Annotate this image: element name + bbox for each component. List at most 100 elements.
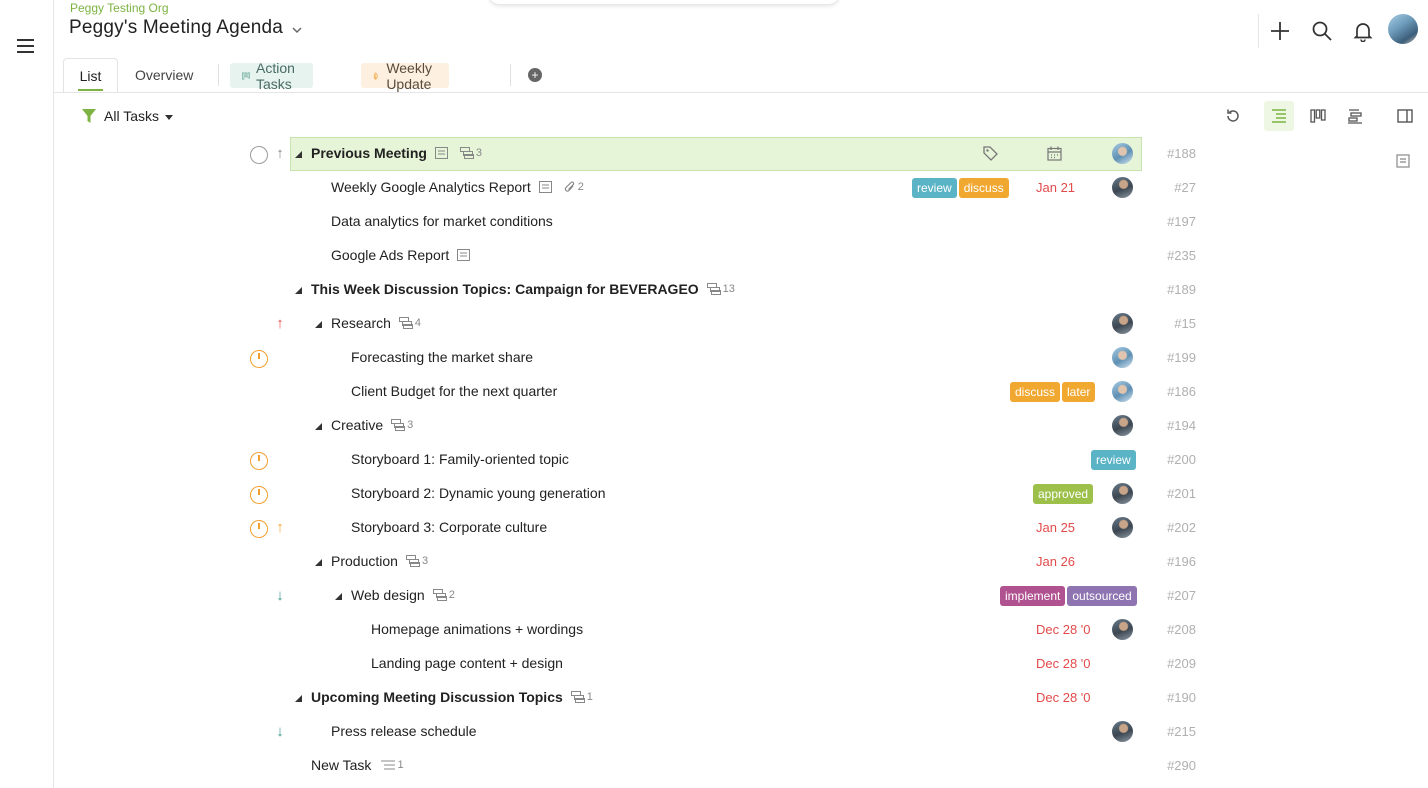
table-row[interactable]: Production 3 Jan 26 #196 [0, 545, 1428, 579]
tag-implement[interactable]: implement [1000, 586, 1066, 606]
task-name[interactable]: Previous Meeting 3 [311, 145, 482, 161]
gantt-view-button[interactable] [1340, 101, 1370, 131]
assignee-avatar[interactable] [1112, 619, 1133, 640]
search-icon[interactable] [1311, 20, 1333, 42]
table-row[interactable]: This Week Discussion Topics: Campaign fo… [0, 273, 1428, 307]
task-name[interactable]: Data analytics for market conditions [331, 213, 553, 229]
priority-up-icon[interactable]: ↑ [273, 145, 287, 163]
table-row[interactable]: Landing page content + design Dec 28 '0 … [0, 647, 1428, 681]
table-row[interactable]: New Task 1 #290 [0, 749, 1428, 783]
collapse-triangle-icon[interactable] [295, 151, 302, 158]
assignee-avatar[interactable] [1112, 415, 1133, 436]
status-circle[interactable] [250, 146, 268, 164]
assignee-avatar[interactable] [1112, 517, 1133, 538]
table-row[interactable]: ↑ Previous Meeting 3 #188 [0, 137, 1428, 171]
due-date[interactable]: Jan 26 [1036, 554, 1075, 569]
task-name[interactable]: Web design 2 [351, 587, 455, 603]
task-name[interactable]: Homepage animations + wordings [371, 621, 583, 637]
panel-toggle-button[interactable] [1390, 101, 1420, 131]
collapse-triangle-icon[interactable] [315, 321, 322, 328]
task-name[interactable]: Upcoming Meeting Discussion Topics 1 [311, 689, 593, 705]
task-name[interactable]: Weekly Google Analytics Report 2 [331, 179, 584, 195]
table-row[interactable]: Upcoming Meeting Discussion Topics 1 Dec… [0, 681, 1428, 715]
task-name[interactable]: Press release schedule [331, 723, 477, 739]
assignee-avatar[interactable] [1112, 177, 1133, 198]
project-title-dropdown[interactable]: Peggy's Meeting Agenda [69, 17, 302, 39]
table-row[interactable]: Weekly Google Analytics Report 2 review … [0, 171, 1428, 205]
collapse-triangle-icon[interactable] [335, 593, 342, 600]
assignee-avatar[interactable] [1112, 313, 1133, 334]
board-view-button[interactable] [1303, 101, 1333, 131]
add-icon[interactable] [1269, 20, 1291, 42]
table-row[interactable]: Storyboard 1: Family-oriented topic revi… [0, 443, 1428, 477]
priority-down-icon[interactable]: ↓ [273, 723, 287, 741]
tag-icon[interactable] [983, 146, 998, 161]
status-in-progress[interactable] [250, 520, 268, 538]
user-avatar[interactable] [1388, 14, 1418, 44]
table-row[interactable]: Client Budget for the next quarter discu… [0, 375, 1428, 409]
assignee-avatar[interactable] [1112, 347, 1133, 368]
task-name[interactable]: Creative 3 [331, 417, 413, 433]
org-name[interactable]: Peggy Testing Org [70, 1, 169, 15]
refresh-button[interactable] [1218, 101, 1248, 131]
task-title: Storyboard 2: Dynamic young generation [351, 485, 606, 501]
table-row[interactable]: Data analytics for market conditions #19… [0, 205, 1428, 239]
priority-down-icon[interactable]: ↓ [273, 587, 287, 605]
table-row[interactable]: Homepage animations + wordings Dec 28 '0… [0, 613, 1428, 647]
table-row[interactable]: ↓ Press release schedule #215 [0, 715, 1428, 749]
task-name[interactable]: Storyboard 2: Dynamic young generation [351, 485, 605, 501]
tab-action-tasks[interactable]: Action Tasks [230, 60, 313, 92]
table-row[interactable]: Google Ads Report #235 [0, 239, 1428, 273]
tab-overview[interactable]: Overview [135, 58, 193, 92]
collapse-triangle-icon[interactable] [295, 695, 302, 702]
table-row[interactable]: ↓ Web design 2 implement outsourced #207 [0, 579, 1428, 613]
table-row[interactable]: ↑ Research 4 #15 [0, 307, 1428, 341]
task-name[interactable]: Landing page content + design [371, 655, 563, 671]
collapse-triangle-icon[interactable] [315, 559, 322, 566]
assignee-avatar[interactable] [1112, 483, 1133, 504]
bell-icon[interactable] [1352, 20, 1374, 42]
priority-up-icon[interactable]: ↑ [273, 519, 287, 537]
task-name[interactable]: Research 4 [331, 315, 421, 331]
collapse-triangle-icon[interactable] [315, 423, 322, 430]
task-name[interactable]: Google Ads Report [331, 247, 472, 263]
table-row[interactable]: ↑ Storyboard 3: Corporate culture Jan 25… [0, 511, 1428, 545]
due-date[interactable]: Jan 25 [1036, 520, 1075, 535]
tab-list[interactable]: List [63, 58, 118, 92]
task-name[interactable]: Storyboard 3: Corporate culture [351, 519, 547, 535]
status-in-progress[interactable] [250, 452, 268, 470]
tab-weekly-update[interactable]: Weekly Update [361, 60, 449, 92]
add-tab-button[interactable]: + [528, 68, 542, 82]
task-name[interactable]: Client Budget for the next quarter [351, 383, 557, 399]
due-date[interactable]: Dec 28 '0 [1036, 622, 1091, 637]
calendar-icon[interactable] [1047, 146, 1062, 161]
tag-approved[interactable]: approved [1033, 484, 1094, 504]
due-date[interactable]: Dec 28 '0 [1036, 656, 1091, 671]
tag-later[interactable]: later [1062, 382, 1096, 402]
assignee-avatar[interactable] [1112, 721, 1133, 742]
tag-discuss[interactable]: discuss [958, 178, 1009, 198]
tag-review[interactable]: review [912, 178, 957, 198]
task-name[interactable]: New Task 1 [311, 757, 404, 773]
task-name[interactable]: Forecasting the market share [351, 349, 533, 365]
assignee-avatar[interactable] [1112, 381, 1133, 402]
priority-up-icon[interactable]: ↑ [273, 315, 287, 333]
task-name[interactable]: This Week Discussion Topics: Campaign fo… [311, 281, 735, 297]
due-date[interactable]: Jan 21 [1036, 180, 1075, 195]
tag-review[interactable]: review [1091, 450, 1136, 470]
assignee-avatar[interactable] [1112, 143, 1133, 164]
tag-discuss[interactable]: discuss [1010, 382, 1061, 402]
menu-icon[interactable] [17, 39, 34, 53]
table-row[interactable]: Storyboard 2: Dynamic young generation a… [0, 477, 1428, 511]
status-in-progress[interactable] [250, 350, 268, 368]
due-date[interactable]: Dec 28 '0 [1036, 690, 1091, 705]
table-row[interactable]: Creative 3 #194 [0, 409, 1428, 443]
status-in-progress[interactable] [250, 486, 268, 504]
list-view-button[interactable] [1264, 101, 1294, 131]
collapse-triangle-icon[interactable] [295, 287, 302, 294]
task-name[interactable]: Production 3 [331, 553, 428, 569]
task-name[interactable]: Storyboard 1: Family-oriented topic [351, 451, 569, 467]
filter-dropdown[interactable]: All Tasks [82, 108, 173, 124]
tag-outsourced[interactable]: outsourced [1067, 586, 1137, 606]
table-row[interactable]: Forecasting the market share #199 [0, 341, 1428, 375]
